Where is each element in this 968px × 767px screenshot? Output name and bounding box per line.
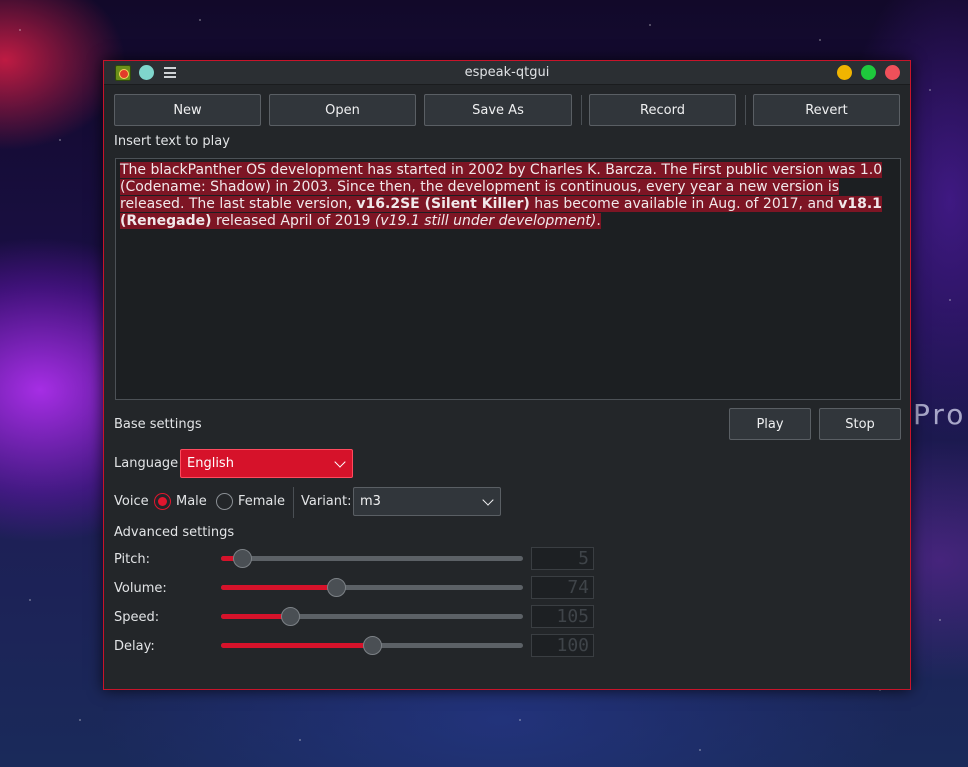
delay-readout: 100 <box>531 634 594 657</box>
volume-slider-handle[interactable] <box>326 578 346 597</box>
toolbar-separator <box>581 95 582 125</box>
variant-select[interactable]: m3 <box>353 487 501 516</box>
text-segment: released April of 2019 <box>211 213 375 229</box>
text-segment: has become available in Aug. of 2017, an… <box>529 196 839 212</box>
speed-label: Speed: <box>114 610 160 625</box>
desktop-background-text: Pro <box>913 398 967 431</box>
pitch-slider[interactable] <box>221 549 523 568</box>
language-label: Language <box>114 456 179 471</box>
language-value: English <box>187 456 234 471</box>
voice-female-label[interactable]: Female <box>238 494 285 509</box>
delay-label: Delay: <box>114 639 155 654</box>
stop-button[interactable]: Stop <box>819 408 901 440</box>
text-segment-italic: (v19.1 still under development) <box>374 213 597 229</box>
speed-slider-handle[interactable] <box>281 607 301 626</box>
variant-value: m3 <box>360 494 381 509</box>
base-settings-label: Base settings <box>114 417 202 432</box>
volume-slider[interactable] <box>221 578 523 597</box>
text-segment: . <box>596 213 601 229</box>
play-button[interactable]: Play <box>729 408 811 440</box>
pitch-slider-handle[interactable] <box>233 549 253 568</box>
language-select[interactable]: English <box>180 449 353 478</box>
save-as-button[interactable]: Save As <box>424 94 572 126</box>
chevron-down-icon <box>334 456 346 468</box>
speed-slider[interactable] <box>221 607 523 626</box>
volume-slider-fill <box>221 585 336 590</box>
volume-label: Volume: <box>114 581 167 596</box>
chevron-down-icon <box>482 494 494 506</box>
revert-button[interactable]: Revert <box>753 94 900 126</box>
delay-slider-handle[interactable] <box>363 636 382 655</box>
voice-separator <box>293 487 294 518</box>
editor-label: Insert text to play <box>114 134 230 149</box>
voice-female-radio[interactable] <box>216 493 233 510</box>
open-button[interactable]: Open <box>269 94 416 126</box>
delay-slider-fill <box>221 643 372 648</box>
record-button[interactable]: Record <box>589 94 736 126</box>
volume-readout: 74 <box>531 576 594 599</box>
app-window: espeak-qtgui New Open Save As Record Rev… <box>103 60 911 690</box>
pitch-readout: 5 <box>531 547 594 570</box>
window-title: espeak-qtgui <box>464 65 550 80</box>
close-button[interactable] <box>885 65 900 80</box>
voice-male-radio[interactable] <box>154 493 171 510</box>
minimize-button[interactable] <box>837 65 852 80</box>
text-segment-bold: v16.2SE (Silent Killer) <box>356 196 530 212</box>
pitch-label: Pitch: <box>114 552 151 567</box>
variant-label: Variant: <box>301 494 352 509</box>
delay-slider[interactable] <box>221 636 523 655</box>
title-bar[interactable]: espeak-qtgui <box>104 61 910 85</box>
speed-slider-fill <box>221 614 291 619</box>
voice-label: Voice <box>114 494 149 509</box>
toolbar-separator <box>745 95 746 125</box>
advanced-settings-label: Advanced settings <box>114 525 235 540</box>
speed-readout: 105 <box>531 605 594 628</box>
new-button[interactable]: New <box>114 94 261 126</box>
voice-male-label[interactable]: Male <box>176 494 207 509</box>
maximize-button[interactable] <box>861 65 876 80</box>
text-input-area[interactable]: The blackPanther OS development has star… <box>115 158 901 400</box>
